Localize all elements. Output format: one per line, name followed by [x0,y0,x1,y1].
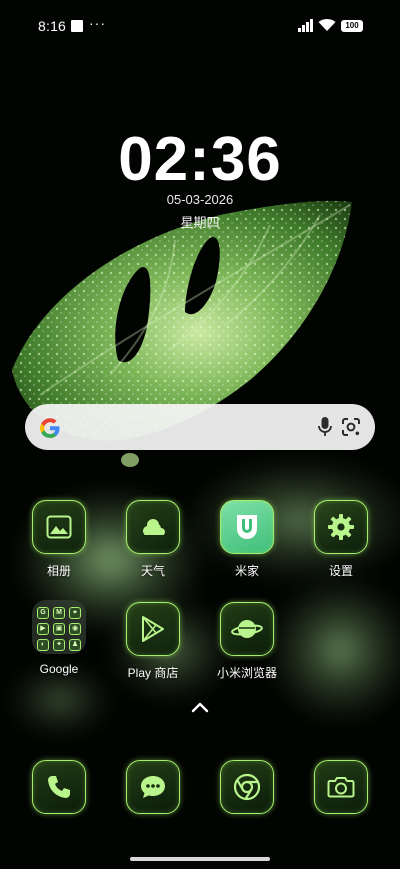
folder-mini-app-icon: ◉ [69,623,81,635]
app-mi-home[interactable]: 米家 [207,500,287,579]
lens-icon[interactable] [341,417,361,437]
status-bar: 8:16 ··· 100 [0,0,400,56]
dock-chrome[interactable] [207,760,287,814]
wifi-icon [318,19,336,31]
app-mi-browser[interactable]: 小米浏览器 [207,602,287,681]
clock-time[interactable]: 02:36 [0,124,400,195]
status-time: 8:16 [38,18,67,34]
folder-mini-app-icon: ✦ [53,639,65,651]
gesture-nav-handle[interactable] [130,857,270,861]
folder-mini-app-icon: M [53,607,65,619]
dock-messages[interactable] [113,760,193,814]
google-search-bar[interactable] [25,404,375,450]
app-label: 小米浏览器 [216,666,277,680]
google-g-icon [40,418,60,439]
folder-mini-app-icon: ▶ [37,623,49,635]
app-label: 米家 [234,564,259,578]
notification-icon [71,20,83,32]
app-label: 设置 [328,564,353,578]
app-label: 相册 [46,564,71,578]
play-store-icon [126,602,180,656]
app-label: Google [39,662,79,676]
clock-weekday: 星期四 [180,215,220,230]
camera-icon [314,760,368,814]
app-label: Play 商店 [127,666,179,680]
folder-mini-app-icon: ⌖ [69,607,81,619]
signal-icon [298,19,313,32]
mi-home-icon [220,500,274,554]
dock-phone[interactable] [19,760,99,814]
messages-icon [126,760,180,814]
folder-mini-app-icon: ◐ [37,639,49,651]
chrome-icon [220,760,274,814]
clock-date: 05-03-2026 [166,192,234,207]
more-notifications-icon: ··· [89,15,106,31]
app-weather[interactable]: 天气 [113,500,193,579]
folder-mini-app-icon: G [37,607,49,619]
microphone-icon[interactable] [317,416,333,438]
app-settings[interactable]: 设置 [301,500,381,579]
phone-icon [32,760,86,814]
app-label: 天气 [140,564,165,578]
weather-icon [126,500,180,554]
app-play-store[interactable]: Play 商店 [113,602,193,681]
app-drawer-chevron-icon[interactable] [190,700,210,714]
app-gallery[interactable]: 相册 [19,500,99,579]
folder-google[interactable]: G M ⌖ ▶ ▣ ◉ ◐ ✦ ♟ Google [19,600,99,676]
folder-mini-app-icon: ▣ [53,623,65,635]
browser-planet-icon [220,602,274,656]
gallery-icon [32,500,86,554]
settings-gear-icon [314,500,368,554]
battery-icon: 100 [341,20,363,32]
dock-camera[interactable] [301,760,381,814]
folder-icon: G M ⌖ ▶ ▣ ◉ ◐ ✦ ♟ [32,600,86,654]
folder-mini-app-icon: ♟ [69,639,81,651]
